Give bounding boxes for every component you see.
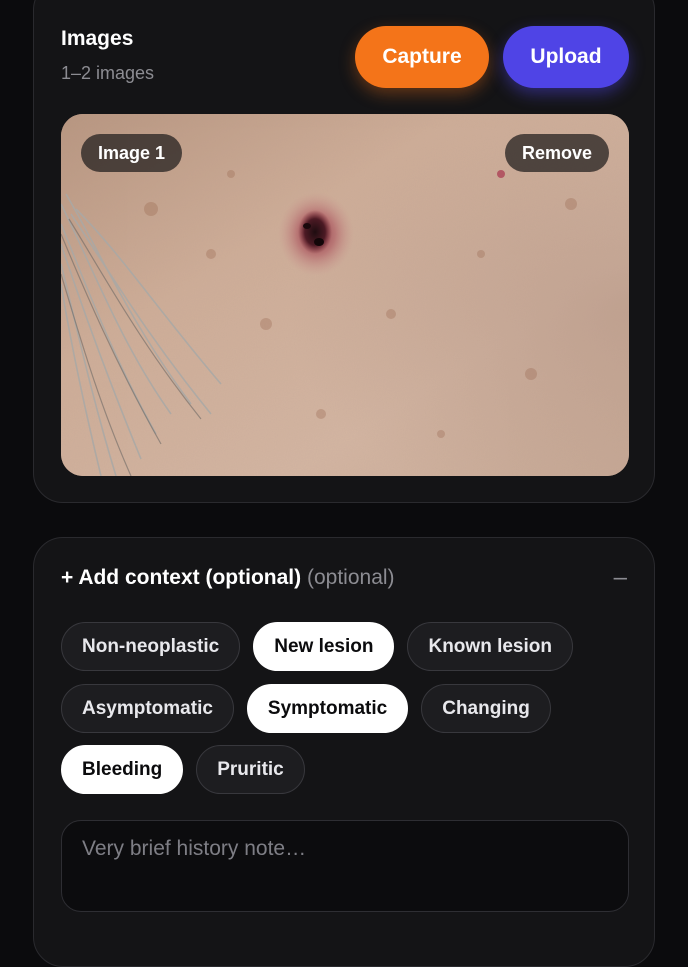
chip-row: Bleeding Pruritic xyxy=(61,745,305,794)
history-note-input[interactable] xyxy=(61,820,629,912)
chip-changing[interactable]: Changing xyxy=(421,684,551,733)
image-index-badge: Image 1 xyxy=(81,134,183,172)
chip-pruritic[interactable]: Pruritic xyxy=(196,745,305,794)
collapse-toggle[interactable]: – xyxy=(614,564,627,592)
remove-image-button[interactable]: Remove xyxy=(504,134,609,172)
context-title[interactable]: + Add context (optional) (optional) xyxy=(61,566,395,590)
chip-row: Non-neoplastic New lesion Known lesion xyxy=(61,622,573,671)
context-title-main: + Add context (optional) xyxy=(61,566,302,589)
chip-non-neoplastic[interactable]: Non-neoplastic xyxy=(61,622,241,671)
context-header[interactable]: + Add context (optional) (optional) – xyxy=(61,564,627,596)
chip-bleeding[interactable]: Bleeding xyxy=(61,745,184,794)
context-card: + Add context (optional) (optional) – No… xyxy=(33,537,655,967)
chip-symptomatic[interactable]: Symptomatic xyxy=(246,684,409,733)
chip-new-lesion[interactable]: New lesion xyxy=(253,622,395,671)
images-title: Images xyxy=(61,27,134,50)
chip-asymptomatic[interactable]: Asymptomatic xyxy=(61,684,234,733)
chip-known-lesion[interactable]: Known lesion xyxy=(407,622,573,671)
image-preview: Image 1 Remove xyxy=(61,114,629,476)
capture-button[interactable]: Capture xyxy=(355,26,489,88)
context-title-suffix: (optional) xyxy=(306,566,395,589)
images-card: Images 1–2 images Capture Upload Image 1… xyxy=(33,0,655,503)
images-count-hint: 1–2 images xyxy=(61,63,155,83)
chip-row: Asymptomatic Symptomatic Changing xyxy=(61,684,551,733)
upload-button[interactable]: Upload xyxy=(503,26,629,88)
